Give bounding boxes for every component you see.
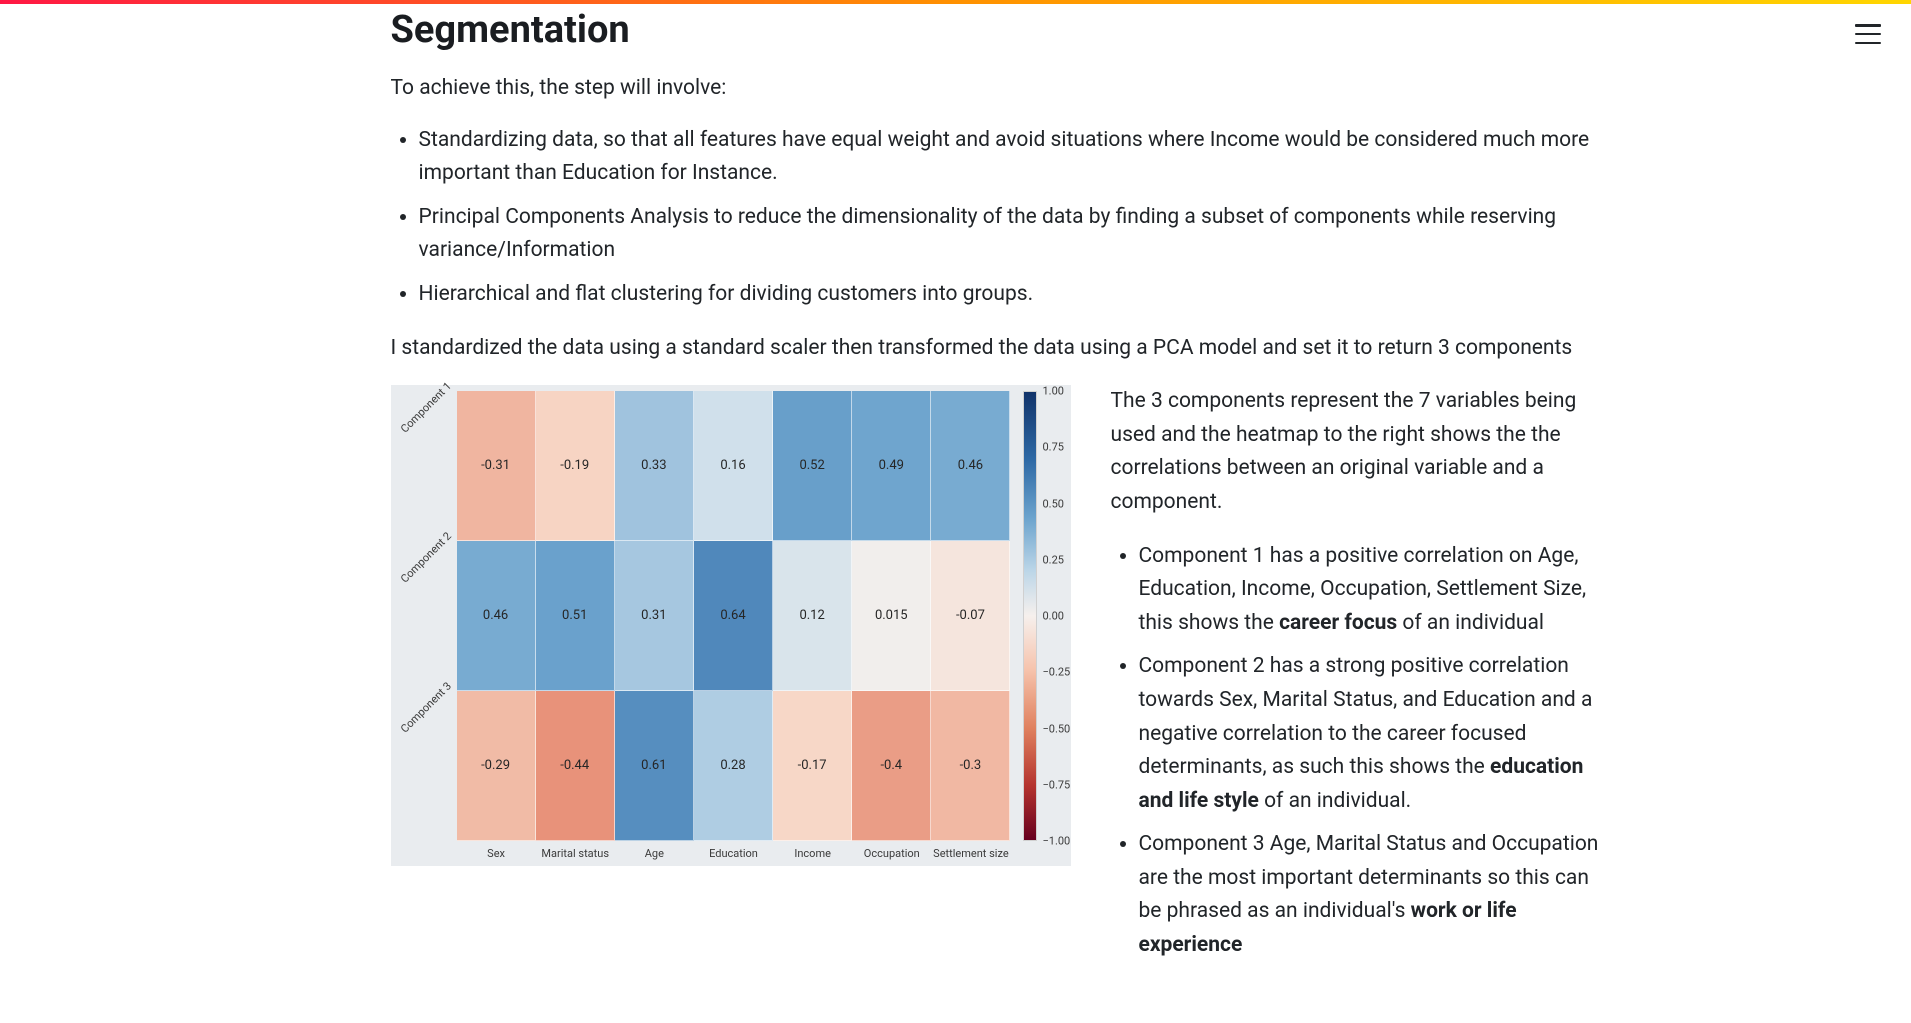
menu-icon[interactable] bbox=[1855, 24, 1881, 44]
heatmap-x-label: Income bbox=[773, 841, 852, 860]
heatmap-x-label: Occupation bbox=[852, 841, 931, 860]
heatmap-x-label: Sex bbox=[457, 841, 536, 860]
scaler-text: I standardized the data using a standard… bbox=[391, 332, 1606, 366]
heatmap-cell: 0.16 bbox=[694, 391, 773, 541]
step-item: Standardizing data, so that all features… bbox=[419, 124, 1606, 191]
heatmap-cell: 0.33 bbox=[615, 391, 694, 541]
description-intro: The 3 components represent the 7 variabl… bbox=[1111, 385, 1606, 519]
heatmap-cell: 0.64 bbox=[694, 541, 773, 691]
heatmap-cell: 0.31 bbox=[615, 541, 694, 691]
component-2-desc: Component 2 has a strong positive correl… bbox=[1139, 650, 1606, 818]
heatmap-cell: 0.61 bbox=[615, 691, 694, 841]
colorbar-tick: −0.50 bbox=[1043, 722, 1071, 735]
heatmap-cell: 0.015 bbox=[852, 541, 931, 691]
colorbar-tick: 0.00 bbox=[1043, 610, 1064, 623]
colorbar bbox=[1023, 391, 1037, 841]
heatmap-x-label: Education bbox=[694, 841, 773, 860]
colorbar-tick: −0.25 bbox=[1043, 666, 1071, 679]
heatmap-cell: 0.46 bbox=[931, 391, 1010, 541]
colorbar-tick: 0.25 bbox=[1043, 553, 1064, 566]
main-content: Segmentation To achieve this, the step w… bbox=[266, 0, 1646, 1023]
heatmap-cell: -0.31 bbox=[457, 391, 536, 541]
heatmap-description: The 3 components represent the 7 variabl… bbox=[1111, 385, 1606, 983]
page-title: Segmentation bbox=[391, 8, 1606, 52]
steps-list: Standardizing data, so that all features… bbox=[391, 124, 1606, 312]
heatmap-cell: -0.3 bbox=[931, 691, 1010, 841]
component-1-desc: Component 1 has a positive correlation o… bbox=[1139, 540, 1606, 641]
colorbar-tick: 0.50 bbox=[1043, 497, 1064, 510]
heatmap-cell: 0.49 bbox=[852, 391, 931, 541]
step-item: Hierarchical and flat clustering for div… bbox=[419, 278, 1606, 312]
heatmap-cell: -0.44 bbox=[536, 691, 615, 841]
heatmap-cell: -0.19 bbox=[536, 391, 615, 541]
heatmap-cell: -0.29 bbox=[457, 691, 536, 841]
heatmap-cell: 0.51 bbox=[536, 541, 615, 691]
heatmap-x-label: Marital status bbox=[536, 841, 615, 860]
step-item: Principal Components Analysis to reduce … bbox=[419, 201, 1606, 268]
colorbar-tick: 1.00 bbox=[1043, 385, 1064, 398]
heatmap-cell: 0.28 bbox=[694, 691, 773, 841]
heatmap-y-label: Component 2 bbox=[397, 541, 457, 691]
heatmap-x-label: Age bbox=[615, 841, 694, 860]
heatmap-cell: 0.46 bbox=[457, 541, 536, 691]
heatmap-cell: -0.07 bbox=[931, 541, 1010, 691]
heatmap-cell: 0.12 bbox=[773, 541, 852, 691]
top-gradient-bar bbox=[0, 0, 1911, 4]
component-3-desc: Component 3 Age, Marital Status and Occu… bbox=[1139, 828, 1606, 962]
colorbar-tick: −0.75 bbox=[1043, 778, 1071, 791]
colorbar-tick: −1.00 bbox=[1043, 835, 1071, 848]
heatmap-y-label: Component 1 bbox=[397, 391, 457, 541]
intro-text: To achieve this, the step will involve: bbox=[391, 72, 1606, 106]
heatmap-cell: -0.17 bbox=[773, 691, 852, 841]
heatmap-x-label: Settlement size bbox=[931, 841, 1010, 860]
heatmap-cell: -0.4 bbox=[852, 691, 931, 841]
heatmap-chart: Component 1Component 2Component 3 -0.31-… bbox=[391, 385, 1071, 866]
heatmap-cell: 0.52 bbox=[773, 391, 852, 541]
colorbar-tick: 0.75 bbox=[1043, 441, 1064, 454]
heatmap-y-label: Component 3 bbox=[397, 691, 457, 841]
